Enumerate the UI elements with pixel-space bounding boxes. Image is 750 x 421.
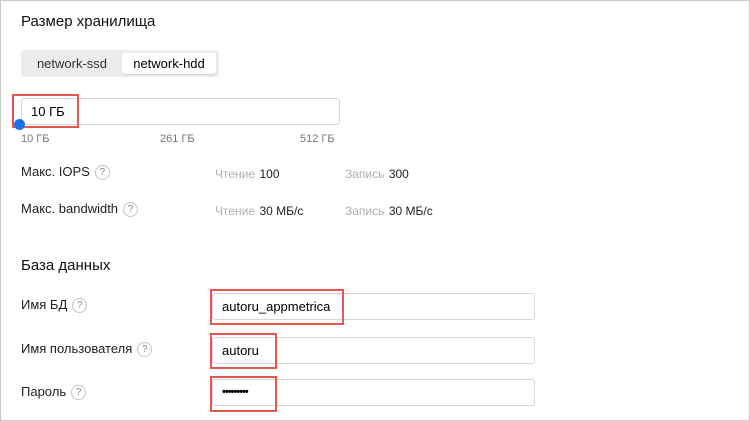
help-icon[interactable]: ? — [72, 298, 88, 314]
bandwidth-write-value: 30 МБ/с — [388, 204, 433, 218]
bandwidth-write: Запись 30 МБ/с — [345, 202, 433, 220]
db-name-label: Имя БД — [21, 297, 68, 312]
password-highlight-frame — [210, 376, 277, 412]
db-name-highlight-frame — [210, 289, 344, 325]
iops-read: Чтение 100 — [215, 165, 280, 183]
help-icon[interactable]: ? — [71, 385, 87, 401]
tab-network-hdd[interactable]: network-hdd — [122, 53, 216, 74]
password-label: Пароль — [21, 384, 67, 399]
bandwidth-row: Макс. bandwidth? — [21, 201, 139, 218]
bandwidth-label: Макс. bandwidth — [21, 201, 119, 216]
iops-write: Запись 300 — [345, 165, 409, 183]
slider-mid-label: 261 ГБ — [160, 133, 195, 145]
iops-write-value: 300 — [388, 167, 409, 181]
bandwidth-read-label: Чтение — [215, 204, 256, 218]
password-row: Пароль? — [21, 384, 87, 401]
username-highlight-frame — [210, 333, 277, 369]
storage-section-title: Размер хранилища — [21, 13, 156, 30]
bandwidth-read: Чтение 30 МБ/с — [215, 202, 303, 220]
iops-read-value: 100 — [259, 167, 280, 181]
help-icon[interactable]: ? — [123, 202, 139, 218]
disk-type-switcher: network-ssd network-hdd — [21, 50, 219, 77]
slider-min-label: 10 ГБ — [21, 133, 50, 145]
bandwidth-read-value: 30 МБ/с — [259, 204, 304, 218]
bandwidth-write-label: Запись — [345, 204, 385, 218]
username-row: Имя пользователя? — [21, 341, 153, 358]
slider-max-label: 512 ГБ — [300, 133, 335, 145]
iops-label: Макс. IOPS — [21, 164, 90, 179]
tab-network-ssd[interactable]: network-ssd — [24, 53, 120, 74]
username-label: Имя пользователя — [21, 341, 133, 356]
db-name-row: Имя БД? — [21, 297, 88, 314]
iops-write-label: Запись — [345, 167, 385, 181]
database-section-title: База данных — [21, 257, 111, 274]
storage-size-slider-thumb[interactable] — [14, 119, 25, 130]
help-icon[interactable]: ? — [137, 342, 153, 358]
help-icon[interactable]: ? — [94, 165, 110, 181]
iops-row: Макс. IOPS? — [21, 164, 110, 181]
iops-read-label: Чтение — [215, 167, 256, 181]
